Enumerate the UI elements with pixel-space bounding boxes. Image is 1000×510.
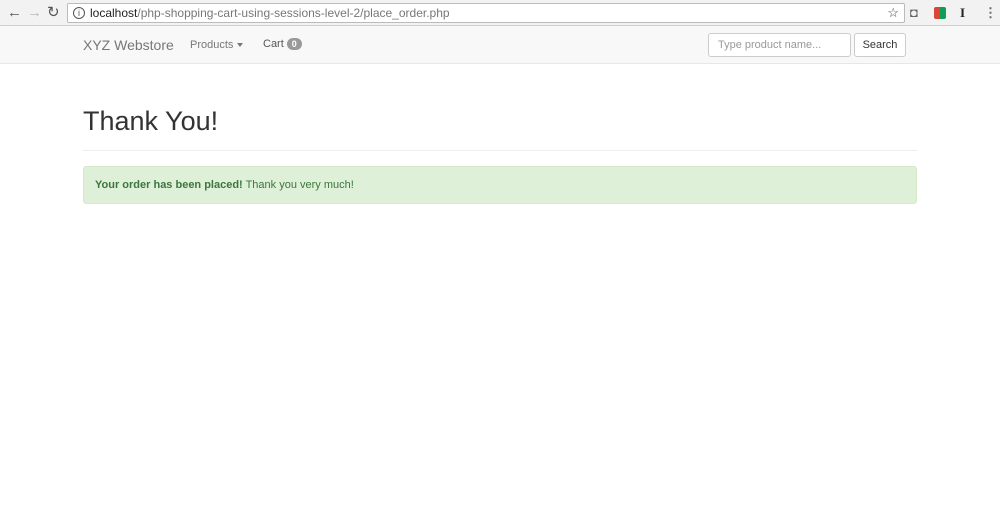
products-label: Products	[190, 39, 234, 51]
cart-label: Cart	[263, 38, 284, 50]
reload-icon[interactable]: ↻	[47, 4, 60, 22]
cart-link[interactable]: Cart 0	[263, 38, 302, 50]
brand-link[interactable]: XYZ Webstore	[83, 37, 174, 53]
back-icon[interactable]: ←	[7, 4, 22, 22]
menu-kebab-icon[interactable]: ⋮	[984, 5, 997, 21]
caret-down-icon	[237, 43, 244, 48]
extension-i-icon[interactable]: I	[960, 5, 965, 21]
url-host: localhost	[90, 6, 138, 20]
success-alert: Your order has been placed! Thank you ve…	[83, 166, 917, 204]
camera-icon[interactable]: ◘	[910, 5, 918, 21]
page-title: Thank You!	[83, 106, 219, 136]
info-icon[interactable]: i	[73, 7, 85, 19]
bookmark-star-icon[interactable]: ☆	[887, 4, 899, 22]
forward-icon[interactable]: →	[27, 4, 42, 22]
products-dropdown[interactable]: Products	[190, 39, 244, 51]
browser-toolbar: ← → ↻ i localhost/php-shopping-cart-usin…	[0, 0, 1000, 26]
address-bar[interactable]: i localhost/php-shopping-cart-using-sess…	[67, 3, 905, 23]
divider	[83, 150, 917, 151]
cart-count-badge: 0	[286, 38, 302, 50]
url-path: /php-shopping-cart-using-sessions-level-…	[137, 6, 450, 20]
search-button[interactable]: Search	[854, 33, 906, 57]
alert-strong-text: Your order has been placed!	[95, 179, 243, 191]
extension-icon[interactable]	[934, 7, 946, 19]
alert-text: Thank you very much!	[242, 179, 354, 191]
search-input[interactable]	[708, 33, 851, 57]
navbar: XYZ Webstore Products Cart0 Search	[0, 26, 1000, 64]
